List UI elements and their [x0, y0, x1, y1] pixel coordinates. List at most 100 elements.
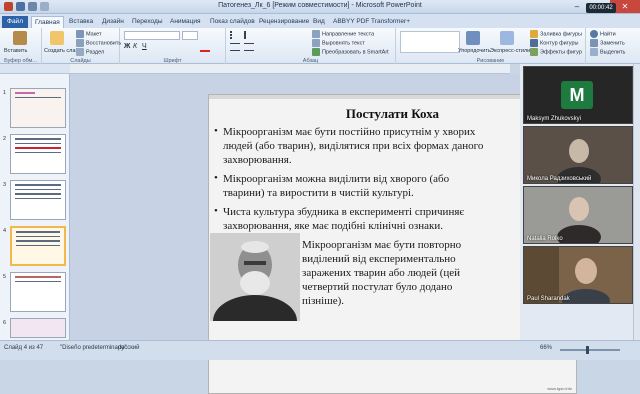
- arrange-icon: [466, 31, 480, 45]
- font-color-icon[interactable]: [200, 44, 210, 52]
- theme-name: "Diseño predeterminado": [60, 345, 127, 351]
- slide-thumbnail-selected[interactable]: [10, 226, 66, 266]
- tab-insert[interactable]: Вставка: [66, 16, 96, 28]
- slide-number: 6: [3, 320, 7, 326]
- minimize-button[interactable]: –: [566, 0, 588, 13]
- bullet-marker: •: [214, 205, 218, 217]
- participant-name: Natalia Rolko: [527, 236, 563, 242]
- slide-counter: Слайд 4 из 47: [4, 345, 44, 351]
- quick-styles-icon: [500, 31, 514, 45]
- tab-design[interactable]: Дизайн: [99, 16, 127, 28]
- slide-thumbnails-panel: 1 2 3 4 5 6: [0, 74, 70, 340]
- group-paragraph: Направление текста Выровнять текст Преоб…: [226, 28, 396, 64]
- zoom-level[interactable]: 66%: [540, 345, 552, 351]
- reset-icon: [76, 39, 84, 47]
- panel-tabs: [0, 64, 70, 74]
- font-name-box[interactable]: [124, 31, 180, 40]
- participant-name: Микола Радзиховський: [527, 176, 592, 182]
- paste-icon: [13, 31, 27, 45]
- select-icon: [590, 48, 598, 56]
- numbering-icon[interactable]: [244, 31, 254, 39]
- fill-icon: [530, 30, 538, 38]
- align-text-button[interactable]: Выровнять текст: [312, 39, 365, 47]
- paste-button[interactable]: Вставить: [4, 48, 27, 54]
- participant-tile[interactable]: Natalia Rolko: [523, 186, 633, 244]
- source-footnote: www.tgsn.info: [547, 386, 572, 391]
- outline-icon: [530, 39, 538, 47]
- group-clipboard: Вставить Буфер обм...: [0, 28, 42, 64]
- slide-number: 5: [3, 274, 7, 280]
- italic-button[interactable]: К: [133, 43, 137, 50]
- tab-review[interactable]: Рецензирование: [256, 16, 312, 28]
- section-icon: [76, 48, 84, 56]
- title-bar: Патогенез_Лк_6 [Режим совместимости] - M…: [0, 0, 640, 14]
- ribbon: Вставить Буфер обм... Создать слайд Маке…: [0, 28, 640, 64]
- font-size-box[interactable]: [182, 31, 198, 40]
- language-indicator[interactable]: русский: [118, 345, 140, 351]
- slide-number: 1: [3, 90, 7, 96]
- zoom-slider-thumb[interactable]: [586, 346, 589, 354]
- slide-thumbnail[interactable]: [10, 88, 66, 128]
- section-button[interactable]: Раздел: [76, 48, 104, 56]
- layout-icon: [76, 30, 84, 38]
- tab-slideshow[interactable]: Показ слайдов: [207, 16, 258, 28]
- text-direction-icon: [312, 30, 320, 38]
- select-button[interactable]: Выделить: [590, 48, 625, 56]
- slide-thumbnail[interactable]: [10, 272, 66, 312]
- robert-koch-portrait-image: [210, 233, 300, 321]
- slide-number: 2: [3, 136, 7, 142]
- underline-button[interactable]: Ч: [142, 43, 147, 50]
- bullet-text-4[interactable]: Мікроорганізм має бути повторно виділени…: [302, 238, 462, 308]
- recording-timer: 00:00:42: [586, 3, 616, 13]
- quick-styles-button[interactable]: Экспресс-стили: [490, 48, 530, 54]
- participant-name: Maksym Zhukovskyi: [527, 116, 582, 122]
- bullets-icon[interactable]: [230, 31, 240, 39]
- group-editing: Найти Заменить Выделить: [586, 28, 640, 64]
- slide-thumbnail[interactable]: [10, 134, 66, 174]
- bullet-text-2[interactable]: Мікроорганізм можна виділити від хворого…: [223, 172, 493, 200]
- text-direction-button[interactable]: Направление текста: [312, 30, 374, 38]
- participant-avatar: M: [561, 81, 593, 109]
- vertical-scrollbar[interactable]: [633, 64, 640, 340]
- replace-icon: [590, 39, 598, 47]
- align-center-icon[interactable]: [244, 43, 254, 51]
- tab-animation[interactable]: Анимация: [167, 16, 204, 28]
- zoom-slider[interactable]: [560, 349, 620, 351]
- find-icon: [590, 30, 598, 38]
- align-left-icon[interactable]: [230, 43, 240, 51]
- participant-tile[interactable]: Paul Sharandak: [523, 246, 633, 304]
- bullet-text-1[interactable]: Мікроорганізм має бути постійно присутні…: [223, 125, 493, 167]
- window-title: Патогенез_Лк_6 [Режим совместимости] - M…: [218, 2, 422, 9]
- replace-button[interactable]: Заменить: [590, 39, 625, 47]
- tab-view[interactable]: Вид: [310, 16, 328, 28]
- bold-button[interactable]: Ж: [124, 43, 130, 50]
- shape-effects-button[interactable]: Эффекты фигур: [530, 48, 582, 56]
- arrange-button[interactable]: Упорядочить: [458, 48, 491, 54]
- slide-canvas: Постулати Коха • Мікроорганізм має бути …: [70, 74, 578, 394]
- shape-outline-button[interactable]: Контур фигуры: [530, 39, 578, 47]
- tab-transitions[interactable]: Переходы: [129, 16, 166, 28]
- effects-icon: [530, 48, 538, 56]
- video-call-participants-panel: M Maksym Zhukovskyi Микола Радзиховський…: [520, 64, 640, 340]
- group-font: Ж К Ч Шрифт: [120, 28, 226, 64]
- tab-home[interactable]: Главная: [31, 16, 64, 28]
- participant-tile[interactable]: M Maksym Zhukovskyi: [523, 66, 633, 124]
- slide-thumbnail[interactable]: [10, 180, 66, 220]
- group-slides: Создать слайд Макет Восстановить Раздел …: [42, 28, 121, 64]
- horizontal-ruler: [70, 64, 510, 74]
- slide-thumbnail[interactable]: [10, 318, 66, 338]
- convert-smartart-button[interactable]: Преобразовать в SmartArt: [312, 48, 389, 56]
- find-button[interactable]: Найти: [590, 30, 616, 38]
- tab-abbyy[interactable]: ABBYY PDF Transformer+: [330, 16, 413, 28]
- reset-button[interactable]: Восстановить: [76, 39, 121, 47]
- shapes-gallery[interactable]: [400, 31, 460, 53]
- layout-button[interactable]: Макет: [76, 30, 102, 38]
- bullet-text-3[interactable]: Чиста культура збудника в експерименті с…: [223, 205, 513, 233]
- shape-fill-button[interactable]: Заливка фигуры: [530, 30, 582, 38]
- group-drawing: Упорядочить Экспресс-стили Заливка фигур…: [396, 28, 586, 64]
- slide-number: 4: [3, 228, 7, 234]
- tab-file[interactable]: Файл: [2, 16, 28, 28]
- status-bar: Слайд 4 из 47 "Diseño predeterminado" ру…: [0, 340, 640, 360]
- bullet-marker: •: [214, 125, 218, 137]
- participant-tile[interactable]: Микола Радзиховський: [523, 126, 633, 184]
